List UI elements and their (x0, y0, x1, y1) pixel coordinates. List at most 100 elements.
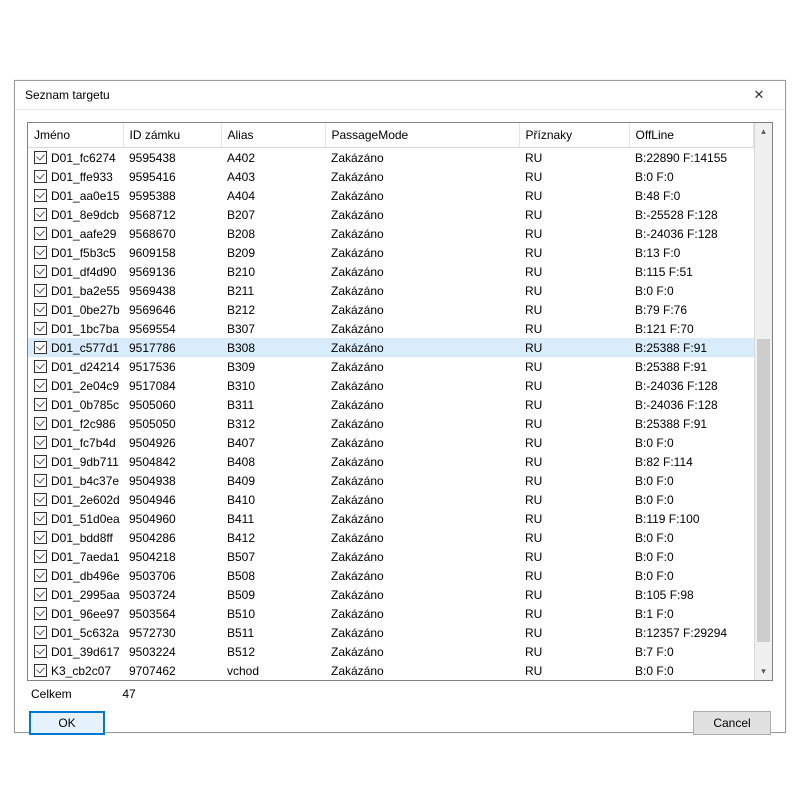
table-row[interactable]: D01_5c632a9572730B511ZakázánoRUB:12357 F… (28, 623, 754, 642)
table-row[interactable]: D01_2e04c99517084B310ZakázánoRUB:-24036 … (28, 376, 754, 395)
cell-passagemode[interactable]: Zakázáno (325, 224, 519, 243)
cell-passagemode[interactable]: Zakázáno (325, 357, 519, 376)
table-row[interactable]: D01_7aeda19504218B507ZakázánoRUB:0 F:0 (28, 547, 754, 566)
cell-name[interactable]: D01_2e04c9 (28, 376, 123, 395)
cell-name[interactable]: K3_cb2c07 (28, 661, 123, 680)
cell-passagemode[interactable]: Zakázáno (325, 205, 519, 224)
cell-offline[interactable]: B:25388 F:91 (629, 357, 754, 376)
cell-lockid[interactable]: 9504938 (123, 471, 221, 490)
cell-flags[interactable]: RU (519, 376, 629, 395)
cell-name[interactable]: D01_2e602d (28, 490, 123, 509)
table-row[interactable]: D01_d242149517536B309ZakázánoRUB:25388 F… (28, 357, 754, 376)
cell-alias[interactable]: B411 (221, 509, 325, 528)
cell-name[interactable]: D01_9db711 (28, 452, 123, 471)
checkbox-icon[interactable] (34, 512, 47, 525)
scroll-down-icon[interactable]: ▾ (755, 663, 772, 680)
cell-alias[interactable]: B308 (221, 338, 325, 357)
checkbox-icon[interactable] (34, 208, 47, 221)
cell-alias[interactable]: B212 (221, 300, 325, 319)
cell-offline[interactable]: B:1 F:0 (629, 604, 754, 623)
table-row[interactable]: D01_9db7119504842B408ZakázánoRUB:82 F:11… (28, 452, 754, 471)
cell-flags[interactable]: RU (519, 452, 629, 471)
cell-alias[interactable]: B510 (221, 604, 325, 623)
cell-offline[interactable]: B:-24036 F:128 (629, 376, 754, 395)
cell-passagemode[interactable]: Zakázáno (325, 566, 519, 585)
cell-offline[interactable]: B:-25528 F:128 (629, 205, 754, 224)
table-row[interactable]: D01_39d6179503224B512ZakázánoRUB:7 F:0 (28, 642, 754, 661)
column-header-offline[interactable]: OffLine (629, 123, 754, 148)
cell-lockid[interactable]: 9504926 (123, 433, 221, 452)
table-row[interactable]: D01_b4c37e9504938B409ZakázánoRUB:0 F:0 (28, 471, 754, 490)
checkbox-icon[interactable] (34, 284, 47, 297)
cell-name[interactable]: D01_df4d90 (28, 262, 123, 281)
cell-lockid[interactable]: 9595388 (123, 186, 221, 205)
cell-offline[interactable]: B:121 F:70 (629, 319, 754, 338)
cell-alias[interactable]: B311 (221, 395, 325, 414)
table-row[interactable]: D01_1bc7ba9569554B307ZakázánoRUB:121 F:7… (28, 319, 754, 338)
checkbox-icon[interactable] (34, 246, 47, 259)
checkbox-icon[interactable] (34, 341, 47, 354)
cell-flags[interactable]: RU (519, 319, 629, 338)
cell-passagemode[interactable]: Zakázáno (325, 642, 519, 661)
checkbox-icon[interactable] (34, 303, 47, 316)
cell-passagemode[interactable]: Zakázáno (325, 167, 519, 186)
table-row[interactable]: D01_fc7b4d9504926B407ZakázánoRUB:0 F:0 (28, 433, 754, 452)
cell-name[interactable]: D01_bdd8ff (28, 528, 123, 547)
cell-alias[interactable]: B507 (221, 547, 325, 566)
cell-name[interactable]: D01_7aeda1 (28, 547, 123, 566)
cell-passagemode[interactable]: Zakázáno (325, 547, 519, 566)
cell-name[interactable]: D01_39d617 (28, 642, 123, 661)
checkbox-icon[interactable] (34, 531, 47, 544)
cell-offline[interactable]: B:-24036 F:128 (629, 224, 754, 243)
cell-passagemode[interactable]: Zakázáno (325, 281, 519, 300)
cell-name[interactable]: D01_ffe933 (28, 167, 123, 186)
cell-offline[interactable]: B:82 F:114 (629, 452, 754, 471)
cell-passagemode[interactable]: Zakázáno (325, 585, 519, 604)
checkbox-icon[interactable] (34, 227, 47, 240)
table-row[interactable]: D01_aafe299568670B208ZakázánoRUB:-24036 … (28, 224, 754, 243)
cell-lockid[interactable]: 9595416 (123, 167, 221, 186)
cell-name[interactable]: D01_2995aa (28, 585, 123, 604)
cell-alias[interactable]: B409 (221, 471, 325, 490)
cell-flags[interactable]: RU (519, 585, 629, 604)
table-row[interactable]: D01_0be27b9569646B212ZakázánoRUB:79 F:76 (28, 300, 754, 319)
cell-alias[interactable]: B410 (221, 490, 325, 509)
cell-name[interactable]: D01_0b785c (28, 395, 123, 414)
checkbox-icon[interactable] (34, 189, 47, 202)
cell-lockid[interactable]: 9504218 (123, 547, 221, 566)
cell-lockid[interactable]: 9503224 (123, 642, 221, 661)
cell-alias[interactable]: B511 (221, 623, 325, 642)
cell-passagemode[interactable]: Zakázáno (325, 338, 519, 357)
cell-passagemode[interactable]: Zakázáno (325, 262, 519, 281)
cell-lockid[interactable]: 9609158 (123, 243, 221, 262)
cell-lockid[interactable]: 9569438 (123, 281, 221, 300)
cell-alias[interactable]: B312 (221, 414, 325, 433)
cell-flags[interactable]: RU (519, 509, 629, 528)
table-row[interactable]: D01_bdd8ff9504286B412ZakázánoRUB:0 F:0 (28, 528, 754, 547)
cell-passagemode[interactable]: Zakázáno (325, 319, 519, 338)
cell-offline[interactable]: B:0 F:0 (629, 433, 754, 452)
table-row[interactable]: D01_51d0ea9504960B411ZakázánoRUB:119 F:1… (28, 509, 754, 528)
checkbox-icon[interactable] (34, 550, 47, 563)
cell-passagemode[interactable]: Zakázáno (325, 186, 519, 205)
cell-lockid[interactable]: 9517084 (123, 376, 221, 395)
cell-offline[interactable]: B:48 F:0 (629, 186, 754, 205)
scroll-up-icon[interactable]: ▴ (755, 123, 772, 140)
checkbox-icon[interactable] (34, 265, 47, 278)
cell-flags[interactable]: RU (519, 661, 629, 680)
cell-flags[interactable]: RU (519, 186, 629, 205)
cell-passagemode[interactable]: Zakázáno (325, 300, 519, 319)
cell-lockid[interactable]: 9503724 (123, 585, 221, 604)
cell-name[interactable]: D01_aa0e15 (28, 186, 123, 205)
cell-passagemode[interactable]: Zakázáno (325, 243, 519, 262)
cell-passagemode[interactable]: Zakázáno (325, 395, 519, 414)
scroll-thumb[interactable] (757, 339, 770, 642)
cell-offline[interactable]: B:0 F:0 (629, 471, 754, 490)
column-header-name[interactable]: Jméno (28, 123, 123, 148)
cell-lockid[interactable]: 9517536 (123, 357, 221, 376)
checkbox-icon[interactable] (34, 588, 47, 601)
cell-alias[interactable]: B407 (221, 433, 325, 452)
cell-offline[interactable]: B:105 F:98 (629, 585, 754, 604)
cell-name[interactable]: D01_fc6274 (28, 148, 123, 168)
cell-offline[interactable]: B:13 F:0 (629, 243, 754, 262)
